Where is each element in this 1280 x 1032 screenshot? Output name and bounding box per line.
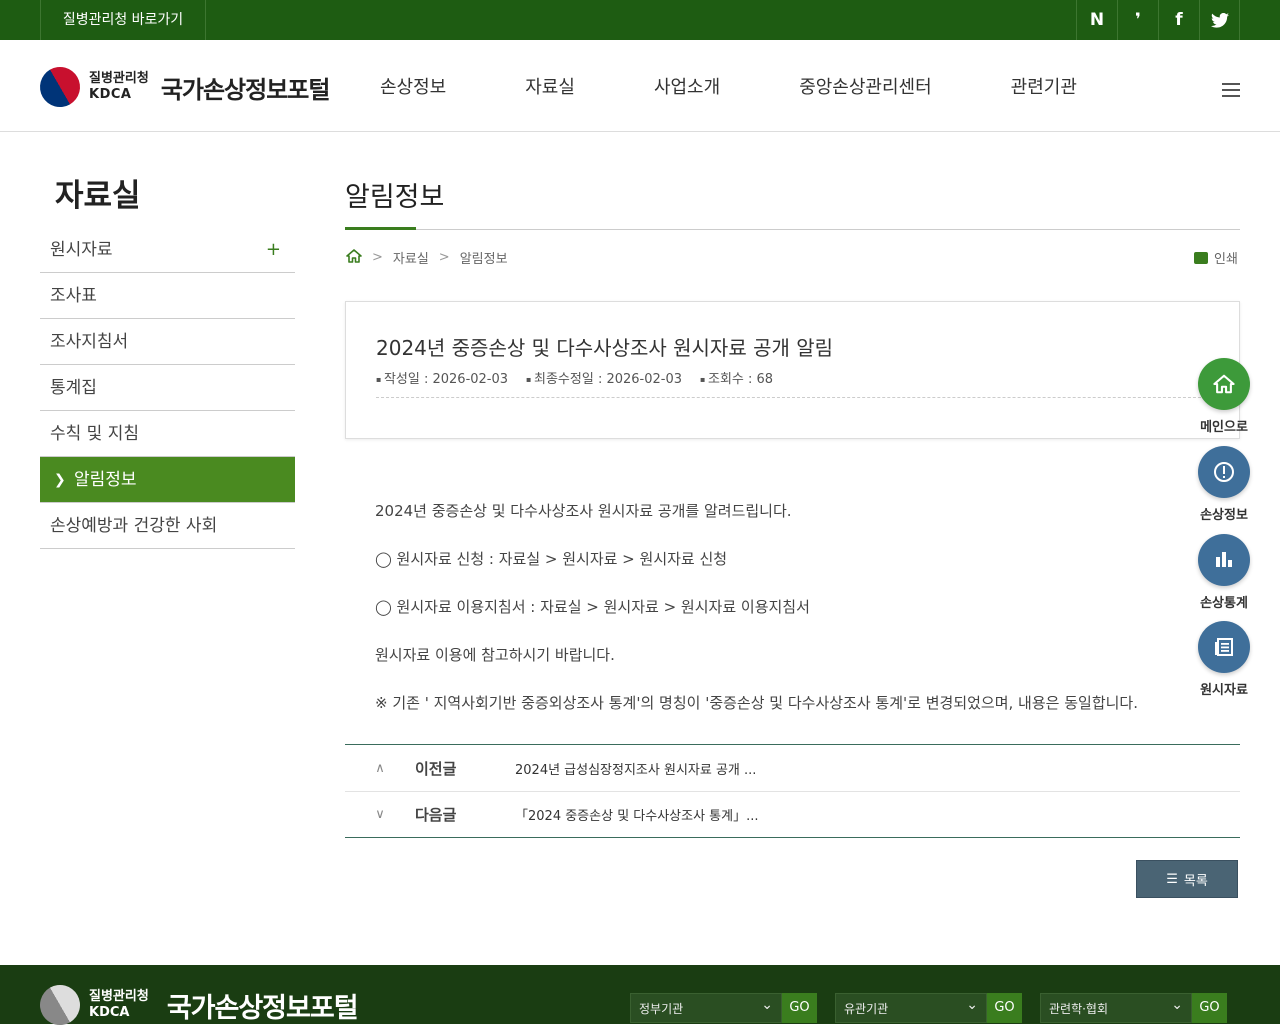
post-paragraph: 2024년 중증손상 및 다수사상조사 원시자료 공개를 알려드립니다.: [375, 502, 792, 520]
related-agency-select-group: 유관기관 GO: [835, 990, 1022, 1023]
post-modified-date: 최종수정일 : 2026-02-03: [526, 368, 682, 387]
main-nav: 손상정보 자료실 사업소개 중앙손상관리센터 관련기관: [380, 73, 1156, 99]
kdca-shortcut-link[interactable]: 질병관리청 바로가기: [40, 0, 206, 40]
sidebar-item-prevention[interactable]: 손상예방과 건강한 사회: [40, 503, 295, 549]
sidebar-item-statistics-book[interactable]: 통계집: [40, 365, 295, 411]
sns-links: N ❜ f: [1076, 0, 1240, 40]
quick-injury-info[interactable]: 손상정보: [1198, 446, 1250, 523]
prev-post-link[interactable]: 2024년 급성심장정지조사 원시자료 공개 ...: [515, 759, 756, 778]
post-paragraph: 원시자료 이용에 참고하시기 바랍니다.: [375, 646, 615, 664]
quick-injury-stats[interactable]: 손상통계: [1198, 534, 1250, 611]
sidebar-menu: 원시자료 + 조사표 조사지침서 통계집 수칙 및 지침 ❯ 알림정보 손상예방…: [40, 227, 295, 549]
post-body: 2024년 중증손상 및 다수사상조사 원시자료 공개를 알려드립니다. ◯ 원…: [375, 500, 1138, 740]
footer-org-abbr: KDCA: [89, 1005, 130, 1020]
printer-icon: [1194, 251, 1208, 264]
post-paragraph: ※ 기존 ' 지역사회기반 중증외상조사 통계'의 명칭이 '중증손상 및 다수…: [375, 694, 1138, 712]
nav-archive[interactable]: 자료실: [525, 73, 575, 99]
breadcrumb: > 자료실 > 알림정보: [346, 248, 508, 267]
page-title: 알림정보: [345, 182, 445, 213]
naver-blog-icon[interactable]: N: [1076, 0, 1117, 40]
prev-post-label: 이전글: [415, 759, 457, 778]
chevron-up-icon: ∧: [375, 760, 385, 776]
post-meta: 작성일 : 2026-02-03 최종수정일 : 2026-02-03 조회수 …: [376, 368, 791, 387]
sidebar-item-guidelines[interactable]: 수칙 및 지침: [40, 411, 295, 457]
chart-icon: [1198, 534, 1250, 586]
kdca-emblem-icon: [32, 59, 88, 115]
nav-business[interactable]: 사업소개: [654, 73, 720, 99]
gov-agency-select-group: 정부기관 GO: [630, 990, 817, 1023]
title-divider: [345, 227, 1240, 230]
home-icon: [1198, 358, 1250, 410]
breadcrumb-notices[interactable]: 알림정보: [460, 248, 508, 267]
org-name: 질병관리청: [89, 71, 149, 86]
quick-main[interactable]: 메인으로: [1198, 358, 1250, 435]
alert-icon: [1198, 446, 1250, 498]
nav-injury-info[interactable]: 손상정보: [380, 73, 446, 99]
twitter-icon[interactable]: [1199, 0, 1240, 40]
footer-org-name: 질병관리청: [89, 989, 149, 1004]
list-icon: ☰: [1166, 871, 1178, 887]
plus-icon[interactable]: +: [266, 227, 281, 273]
related-agency-select[interactable]: 유관기관: [835, 990, 987, 1023]
hamburger-menu-icon[interactable]: [1222, 83, 1240, 97]
sidebar-item-questionnaire[interactable]: 조사표: [40, 273, 295, 319]
kakao-icon[interactable]: ❜: [1117, 0, 1158, 40]
dashed-divider: [376, 397, 1211, 398]
print-button[interactable]: 인쇄: [1194, 248, 1238, 267]
footer-logo: 질병관리청 KDCA 국가손상정보포털: [32, 977, 359, 1032]
next-post-row[interactable]: ∨ 다음글 「2024 중증손상 및 다수사상조사 통계」...: [345, 791, 1240, 837]
chevron-down-icon: ∨: [375, 807, 385, 822]
prev-post-row[interactable]: ∧ 이전글 2024년 급성심장정지조사 원시자료 공개 ...: [345, 745, 1240, 791]
top-bar: 질병관리청 바로가기 N ❜ f: [0, 0, 1280, 40]
nav-related-orgs[interactable]: 관련기관: [1011, 73, 1077, 99]
society-go-button[interactable]: GO: [1192, 993, 1227, 1023]
sidebar-item-raw-data[interactable]: 원시자료 +: [40, 227, 295, 273]
post-paragraph: ◯ 원시자료 이용지침서 : 자료실 > 원시자료 > 원시자료 이용지침서: [375, 598, 810, 616]
post-created-date: 작성일 : 2026-02-03: [376, 368, 508, 387]
chevron-right-icon: >: [438, 250, 450, 265]
related-agency-go-button[interactable]: GO: [987, 993, 1022, 1023]
nav-central-center[interactable]: 중앙손상관리센터: [799, 73, 931, 99]
gov-agency-go-button[interactable]: GO: [782, 993, 817, 1023]
quick-raw-data[interactable]: 원시자료: [1198, 621, 1250, 698]
next-post-link[interactable]: 「2024 중증손상 및 다수사상조사 통계」...: [515, 805, 759, 824]
society-select[interactable]: 관련학·협회: [1040, 990, 1192, 1023]
list-button[interactable]: ☰ 목록: [1136, 860, 1238, 898]
prev-next-table: ∧ 이전글 2024년 급성심장정지조사 원시자료 공개 ... ∨ 다음글 「…: [345, 744, 1240, 838]
gov-agency-select[interactable]: 정부기관: [630, 990, 782, 1023]
chevron-right-icon: ❯: [54, 472, 66, 488]
site-logo[interactable]: 질병관리청 KDCA 국가손상정보포털: [32, 59, 331, 115]
post-header: 2024년 중증손상 및 다수사상조사 원시자료 공개 알림 작성일 : 202…: [345, 301, 1240, 439]
chevron-right-icon: >: [372, 250, 383, 265]
society-select-group: 관련학·협회 GO: [1040, 990, 1227, 1023]
portal-name: 국가손상정보포털: [160, 75, 331, 104]
sidebar-item-survey-guide[interactable]: 조사지침서: [40, 319, 295, 365]
post-paragraph: ◯ 원시자료 신청 : 자료실 > 원시자료 > 원시자료 신청: [375, 550, 728, 568]
header: 질병관리청 KDCA 국가손상정보포털 손상정보 자료실 사업소개 중앙손상관리…: [0, 40, 1280, 132]
breadcrumb-archive[interactable]: 자료실: [393, 248, 429, 267]
footer: 질병관리청 KDCA 국가손상정보포털 정부기관 GO 유관기관 GO 관련학·…: [0, 965, 1280, 1032]
sidebar-item-notices[interactable]: ❯ 알림정보: [40, 457, 295, 503]
facebook-icon[interactable]: f: [1158, 0, 1199, 40]
org-abbr: KDCA: [89, 87, 132, 102]
home-icon[interactable]: [346, 248, 362, 267]
sidebar-title: 자료실: [55, 178, 141, 214]
post-view-count: 조회수 : 68: [700, 368, 773, 387]
document-icon: [1198, 621, 1250, 673]
footer-portal-name: 국가손상정보포털: [166, 992, 359, 1024]
next-post-label: 다음글: [415, 806, 457, 824]
post-title: 2024년 중증손상 및 다수사상조사 원시자료 공개 알림: [376, 336, 834, 360]
